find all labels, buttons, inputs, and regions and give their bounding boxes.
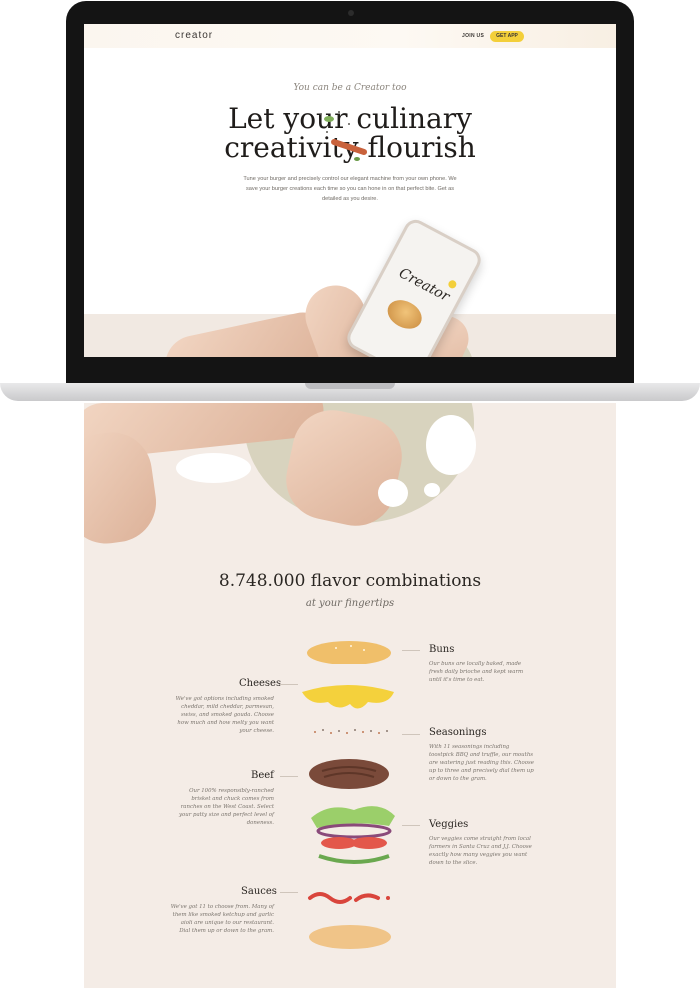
logo[interactable]: creator — [175, 30, 213, 41]
laptop-notch — [305, 383, 395, 389]
veggies-icon — [309, 798, 399, 878]
cheese-icon — [298, 678, 398, 721]
ingredient-title-cheeses: Cheeses — [239, 678, 282, 689]
bottom-bun-icon — [308, 923, 392, 958]
herb-decoration-icon — [320, 111, 367, 161]
join-us-link[interactable]: JOIN US — [462, 33, 484, 39]
divider — [280, 684, 298, 685]
ingredient-title-buns: Buns — [429, 644, 455, 655]
divider — [402, 825, 420, 826]
combos-title: 8.748.000 flavor combinations — [218, 571, 482, 591]
hero-lead: Tune your burger and precisely control o… — [243, 176, 457, 202]
top-nav: creator JOIN US GET APP — [84, 24, 616, 48]
ingredient-desc-buns: Our buns are locally baked, made fresh d… — [429, 661, 524, 683]
get-app-button[interactable]: GET APP — [490, 31, 524, 42]
ingredient-desc-seasonings: With 11 seasonings including toostpick B… — [429, 744, 534, 782]
divider — [280, 892, 298, 893]
brush-blob — [176, 453, 251, 483]
sauce-icon — [306, 888, 396, 913]
ingredient-desc-veggies: Our veggies come straight from local far… — [429, 836, 532, 866]
ingredient-title-veggies: Veggies — [429, 819, 469, 830]
brush-blob — [426, 415, 476, 475]
seasonings-icon — [309, 725, 393, 743]
app-button-icon — [446, 278, 458, 290]
ingredient-title-beef: Beef — [251, 770, 274, 781]
ingredient-title-sauces: Sauces — [241, 886, 277, 897]
top-bun-icon — [306, 638, 392, 669]
hero-eyebrow: You can be a Creator too — [293, 83, 407, 93]
divider — [402, 734, 420, 735]
combos-subtitle: at your fingertips — [305, 598, 395, 609]
brush-blob — [378, 479, 408, 507]
divider — [280, 776, 298, 777]
burger-icon — [382, 294, 427, 335]
ingredient-title-seasonings: Seasonings — [429, 727, 487, 738]
beef-patty-icon — [308, 757, 390, 796]
camera-icon — [348, 10, 354, 16]
laptop-screen: creator JOIN US GET APP You can be a Cre… — [84, 24, 616, 357]
brush-blob — [424, 483, 440, 497]
divider — [402, 650, 420, 651]
ingredient-desc-cheeses: We've got options including smoked chedd… — [175, 696, 274, 734]
ingredient-desc-beef: Our 100% responsibly-ranched brisket and… — [178, 788, 274, 826]
ingredient-desc-sauces: We've got 11 to choose from. Many of the… — [170, 904, 274, 934]
page-body: 8.748.000 flavor combinations at your fi… — [84, 403, 616, 988]
phone-app-title: Creator — [396, 265, 453, 306]
